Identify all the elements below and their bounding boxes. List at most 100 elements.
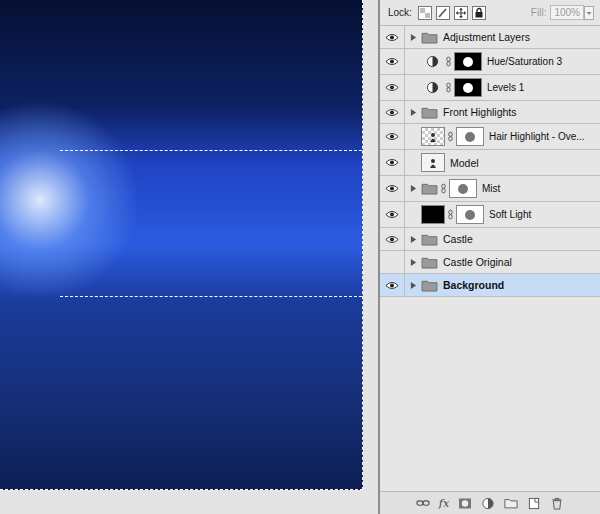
eye-icon[interactable] [385,108,399,117]
eye-icon[interactable] [385,281,399,290]
visibility-toggle[interactable] [380,49,405,74]
visibility-toggle[interactable] [380,150,405,175]
layer-row[interactable]: Castle Original [380,251,600,274]
canvas-image[interactable] [0,0,363,490]
layer-name[interactable]: Front Highlights [441,106,517,118]
layer-row[interactable]: Levels 1 [380,75,600,101]
link-icon[interactable] [448,131,453,142]
layer-row[interactable]: Adjustment Layers [380,26,600,49]
eye-hidden-box[interactable] [386,256,398,268]
eye-icon[interactable] [385,33,399,42]
layer-thumbnail [421,127,445,146]
layer-row[interactable]: Soft Light [380,202,600,228]
layer-mask-thumbnail[interactable] [456,205,484,224]
folder-icon [421,233,438,246]
layer-row[interactable]: Mist [380,176,600,202]
visibility-toggle[interactable] [380,75,405,100]
fx-button[interactable]: fx [439,497,449,510]
eye-icon[interactable] [385,57,399,66]
layer-thumbnail [421,153,445,172]
adjustment-icon [426,81,439,94]
layer-name[interactable]: Hair Highlight - Ove... [487,131,585,142]
figure-icon [428,158,438,168]
expand-arrow-icon[interactable] [410,108,417,117]
visibility-toggle[interactable] [380,274,405,296]
eye-icon[interactable] [385,132,399,141]
lock-move-icon[interactable] [454,6,468,20]
eye-icon[interactable] [385,210,399,219]
expander-cell [408,108,418,117]
mask-shape [465,210,475,220]
selection-marquee [60,150,362,297]
add-mask-icon[interactable] [458,497,472,510]
fill-input: 100% [550,5,584,20]
photoshop-workspace: Lock: Fill: 100% Adjustment Layers Hue/S… [0,0,600,514]
eye-icon[interactable] [385,158,399,167]
visibility-toggle[interactable] [380,228,405,250]
fill-dropdown-icon[interactable] [584,6,594,20]
layer-mask-thumbnail[interactable] [456,127,484,146]
adjustment-slot [421,81,443,94]
link-icon[interactable] [446,82,451,93]
eye-icon[interactable] [385,83,399,92]
layer-row[interactable]: Front Highlights [380,101,600,124]
layer-row[interactable]: Hue/Saturation 3 [380,49,600,75]
layer-row[interactable]: Model [380,150,600,176]
eye-icon[interactable] [385,235,399,244]
new-group-icon[interactable] [504,497,518,510]
expander-cell [408,235,418,244]
layer-name[interactable]: Mist [480,183,500,194]
link-layers-icon[interactable] [416,497,430,510]
folder-icon [421,182,438,195]
adjustment-icon [426,55,439,68]
visibility-toggle[interactable] [380,202,405,227]
mask-shape [458,184,468,194]
layer-name[interactable]: Model [448,157,479,169]
layer-name[interactable]: Adjustment Layers [441,31,530,43]
figure-icon [428,132,438,142]
visibility-toggle[interactable] [380,176,405,201]
lock-bar: Lock: Fill: 100% [380,0,600,26]
lock-all-icon[interactable] [472,6,486,20]
visibility-toggle[interactable] [380,26,405,48]
link-icon[interactable] [446,56,451,67]
expand-arrow-icon[interactable] [410,33,417,42]
expand-arrow-icon[interactable] [410,258,417,267]
layer-name[interactable]: Background [441,279,504,291]
folder-icon [421,31,438,44]
layer-name[interactable]: Hue/Saturation 3 [485,56,562,67]
expand-arrow-icon[interactable] [410,184,417,193]
link-icon[interactable] [448,209,453,220]
lock-brush-icon[interactable] [436,6,450,20]
layer-row[interactable]: Castle [380,228,600,251]
layer-thumbnail [421,205,445,224]
new-adjustment-icon[interactable] [481,497,495,510]
layer-mask-thumbnail[interactable] [449,179,477,198]
visibility-toggle[interactable] [380,251,405,273]
layer-row[interactable]: Background [380,274,600,297]
expander-cell [408,33,418,42]
visibility-toggle[interactable] [380,101,405,123]
mask-shape [463,57,473,67]
adjustment-slot [421,55,443,68]
layers-panel: Lock: Fill: 100% Adjustment Layers Hue/S… [380,0,600,514]
layer-mask-thumbnail[interactable] [454,78,482,97]
eye-icon[interactable] [385,184,399,193]
link-icon[interactable] [441,183,446,194]
mask-shape [463,83,473,93]
layer-name[interactable]: Soft Light [487,209,531,220]
lock-transparency-icon[interactable] [418,6,432,20]
trash-icon[interactable] [550,497,564,510]
layer-name[interactable]: Levels 1 [485,82,524,93]
layer-name[interactable]: Castle Original [441,256,512,268]
layer-name[interactable]: Castle [441,233,473,245]
expander-cell [408,281,418,290]
fill-label: Fill: [531,7,547,18]
layer-mask-thumbnail[interactable] [454,52,482,71]
new-layer-icon[interactable] [527,497,541,510]
expand-arrow-icon[interactable] [410,235,417,244]
expand-arrow-icon[interactable] [410,281,417,290]
visibility-toggle[interactable] [380,124,405,149]
layer-row[interactable]: Hair Highlight - Ove... [380,124,600,150]
folder-icon [421,279,438,292]
